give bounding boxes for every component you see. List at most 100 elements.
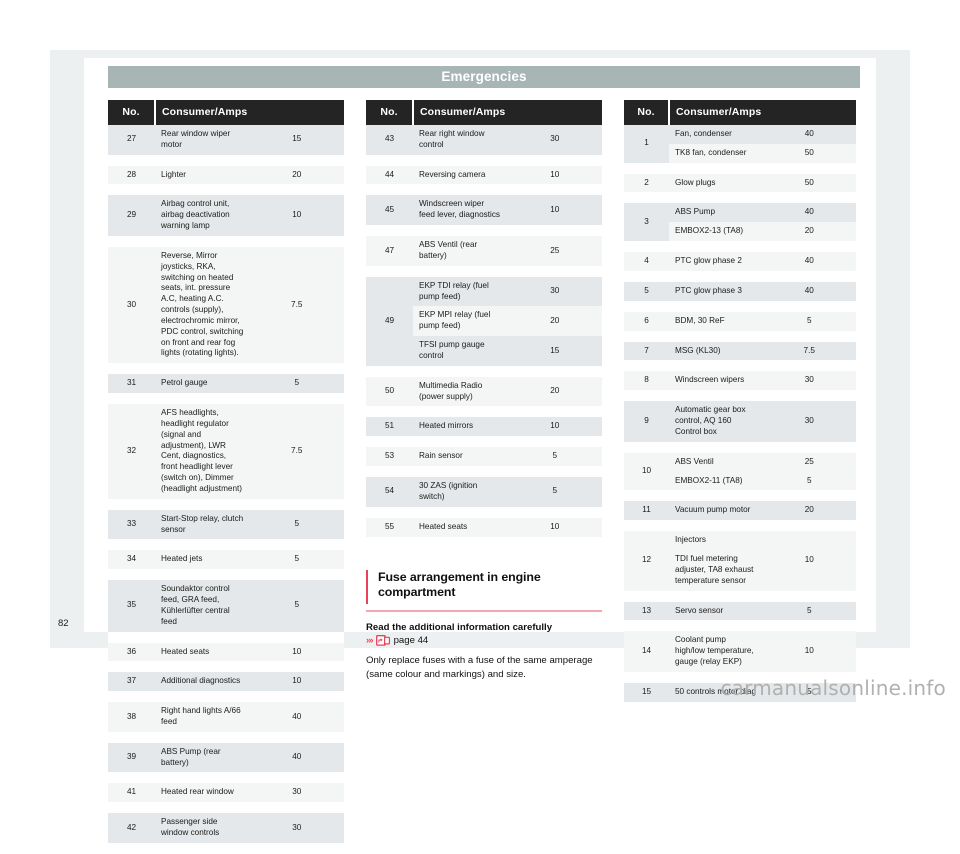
row-separator xyxy=(108,235,344,247)
row-separator xyxy=(624,360,856,372)
fuse-number: 35 xyxy=(108,580,155,632)
row-separator xyxy=(366,406,602,418)
chapter-header-bar: Emergencies xyxy=(108,66,860,88)
consumer-name: Petrol gauge xyxy=(155,374,250,394)
fuse-number: 8 xyxy=(624,371,669,391)
page-number: 82 xyxy=(58,618,69,629)
fuse-amps: 5 xyxy=(249,550,344,570)
table-row: 34 Heated jets 5 xyxy=(108,550,344,570)
fuse-number: 4 xyxy=(624,252,669,271)
column-header-consumer: Consumer/Amps xyxy=(669,100,856,125)
consumer-name: Coolant pump high/low temperature, gauge… xyxy=(669,631,763,672)
consumer-name: Soundaktor control feed, GRA feed, Kühle… xyxy=(155,580,250,632)
cross-reference[interactable]: ››› page 44 xyxy=(366,635,602,646)
row-separator xyxy=(108,731,344,743)
fuse-number: 29 xyxy=(108,195,155,236)
article-fuse-arrangement: Fuse arrangement in engine compartment R… xyxy=(366,569,602,682)
row-separator xyxy=(108,393,344,405)
fuse-amps: 10 xyxy=(249,672,344,692)
table-row: 6 BDM, 30 ReF 5 xyxy=(624,311,856,331)
row-separator xyxy=(624,300,856,312)
fuse-amps: 5 xyxy=(507,447,602,467)
column-header-consumer: Consumer/Amps xyxy=(155,100,344,125)
table-row: 51 Heated mirrors 10 xyxy=(366,417,602,437)
consumer-name: AFS headlights, headlight regulator (sig… xyxy=(155,404,250,499)
fuse-amps: 10 xyxy=(762,631,856,672)
consumer-name: Multimedia Radio (power supply) xyxy=(413,376,508,407)
consumer-name: Fan, condenser xyxy=(669,125,763,144)
fuse-amps: 5 xyxy=(507,477,602,507)
column-3: No. Consumer/Amps 1 Fan, condenser 40 TK8 f… xyxy=(624,100,856,713)
fuse-number: 36 xyxy=(108,642,155,662)
fuse-number: 7 xyxy=(624,341,669,361)
page-reference-icon xyxy=(375,635,391,646)
fuse-amps: 25 xyxy=(507,236,602,266)
row-separator xyxy=(366,154,602,166)
row-separator xyxy=(624,330,856,342)
consumer-name: BDM, 30 ReF xyxy=(669,311,763,331)
fuse-number: 27 xyxy=(108,125,155,155)
fuse-amps: 30 xyxy=(249,783,344,803)
consumer-name: Rear right window control xyxy=(413,125,508,155)
fuse-number: 2 xyxy=(624,173,669,193)
fuse-amps: 5 xyxy=(249,580,344,632)
table-row: 11 Vacuum pump motor 20 xyxy=(624,501,856,521)
fuse-amps: 5 xyxy=(762,471,856,491)
fuse-table-3: No. Consumer/Amps 1 Fan, condenser 40 TK8 f… xyxy=(624,100,856,713)
table-row: 45 Windscreen wiper feed lever, diagnosti… xyxy=(366,195,602,226)
table-header-row: No. Consumer/Amps xyxy=(108,100,344,125)
row-separator xyxy=(624,192,856,204)
table-row: 35 Soundaktor control feed, GRA feed, Küh… xyxy=(108,580,344,632)
consumer-name: Reversing camera xyxy=(413,165,508,185)
row-separator xyxy=(108,631,344,643)
fuse-amps: 20 xyxy=(249,165,344,185)
consumer-name: ABS Pump (rear battery) xyxy=(155,742,250,773)
fuse-table-1-body: 27 Rear window wiper motor 15 28 Lighter 20 29… xyxy=(108,125,344,854)
fuse-number: 54 xyxy=(366,477,413,507)
fuse-amps: 5 xyxy=(762,311,856,331)
consumer-name: EKP TDI relay (fuel pump feed) xyxy=(413,276,508,307)
fuse-amps: 10 xyxy=(249,642,344,662)
consumer-name: MSG (KL30) xyxy=(669,341,763,361)
consumer-name: Heated rear window xyxy=(155,783,250,803)
consumer-name: Heated seats xyxy=(155,642,250,662)
row-separator xyxy=(108,661,344,673)
row-separator xyxy=(624,620,856,632)
fuse-amps: 20 xyxy=(507,376,602,407)
row-separator xyxy=(624,270,856,282)
article-divider xyxy=(366,610,602,612)
consumer-name: Rain sensor xyxy=(413,447,508,467)
fuse-amps: 15 xyxy=(249,125,344,155)
column-header-consumer: Consumer/Amps xyxy=(413,100,602,125)
table-row: 49 EKP TDI relay (fuel pump feed) 30 xyxy=(366,276,602,366)
fuse-number: 10 xyxy=(624,452,669,491)
fuse-number: 43 xyxy=(366,125,413,155)
row-separator xyxy=(108,569,344,581)
fuse-amps: 7.5 xyxy=(249,404,344,499)
row-separator xyxy=(366,536,602,548)
consumer-name: ABS Ventil (rear battery) xyxy=(413,236,508,266)
table-row: 33 Start-Stop relay, clutch sensor 5 xyxy=(108,509,344,540)
fuse-number: 30 xyxy=(108,246,155,364)
fuse-amps: 50 xyxy=(762,173,856,193)
fuse-number: 47 xyxy=(366,236,413,266)
table-row: 7 MSG (KL30) 7.5 xyxy=(624,341,856,361)
fuse-number: 14 xyxy=(624,631,669,672)
table-row: 29 Airbag control unit, airbag deactivati… xyxy=(108,195,344,236)
fuse-number: 44 xyxy=(366,165,413,185)
consumer-name: Windscreen wipers xyxy=(669,371,763,391)
consumer-name: EKP MPI relay (fuel pump feed) xyxy=(413,306,508,337)
consumer-name: Right hand lights A/66 feed xyxy=(155,702,250,732)
fuse-number: 34 xyxy=(108,550,155,570)
article-body-text: Only replace fuses with a fuse of the sa… xyxy=(366,655,593,681)
fuse-amps: 30 xyxy=(762,401,856,442)
table-row: 37 Additional diagnostics 10 xyxy=(108,672,344,692)
fuse-amps: 10 xyxy=(507,517,602,537)
row-separator xyxy=(624,701,856,713)
fuse-amps: 30 xyxy=(249,813,344,843)
consumer-name: Reverse, Mirror joysticks, RKA, switchin… xyxy=(155,246,250,364)
table-row: 9 Automatic gear box control, AQ 160 Cont… xyxy=(624,401,856,442)
column-header-no: No. xyxy=(624,100,670,125)
fuse-table-1: No. Consumer/Amps 27 Rear window wiper mo… xyxy=(108,100,344,854)
fuse-number: 55 xyxy=(366,517,413,537)
